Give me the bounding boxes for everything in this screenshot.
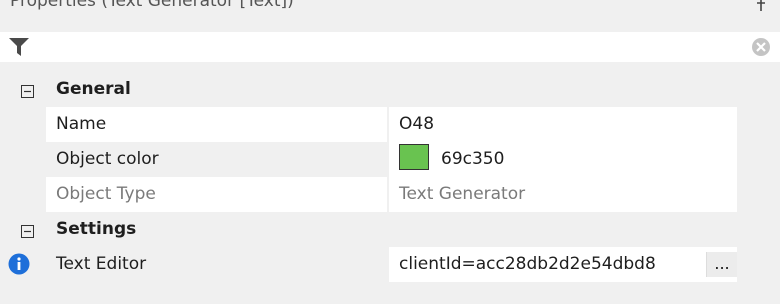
collapse-icon[interactable] xyxy=(21,83,34,98)
property-row-name[interactable]: Name O48 xyxy=(0,107,780,142)
property-value-name[interactable]: O48 xyxy=(389,107,737,142)
ellipsis-button[interactable]: ... xyxy=(706,252,737,277)
category-settings[interactable]: Settings xyxy=(0,212,780,247)
property-value-object-type: Text Generator xyxy=(389,177,737,212)
panel-titlebar: Properties (Text Generator [Text]) xyxy=(0,0,780,32)
property-row-text-editor[interactable]: Text Editor clientId=acc28db2d2e54dbd8 .… xyxy=(0,247,780,282)
category-label: General xyxy=(56,79,131,99)
info-icon[interactable] xyxy=(8,253,30,279)
category-label: Settings xyxy=(56,219,137,239)
color-value: 69c350 xyxy=(441,149,505,169)
filter-icon[interactable] xyxy=(9,38,29,60)
property-row-object-color[interactable]: Object color 69c350 xyxy=(0,142,780,177)
property-name: Object Type xyxy=(46,177,387,212)
property-name: Name xyxy=(46,107,387,142)
color-swatch[interactable] xyxy=(399,144,429,170)
category-general[interactable]: General xyxy=(0,72,780,107)
filter-input[interactable] xyxy=(36,35,730,59)
property-row-object-type: Object Type Text Generator xyxy=(0,177,780,212)
pin-icon[interactable] xyxy=(754,0,768,15)
property-name: Object color xyxy=(56,149,159,169)
collapse-icon[interactable] xyxy=(21,223,34,238)
property-name: Text Editor xyxy=(56,254,147,274)
filter-bar xyxy=(0,32,780,62)
property-value-text-editor[interactable]: clientId=acc28db2d2e54dbd8 xyxy=(389,247,737,282)
clear-icon[interactable] xyxy=(751,37,771,61)
panel-title: Properties (Text Generator [Text]) xyxy=(10,0,294,11)
property-value-object-color[interactable]: 69c350 xyxy=(389,142,737,177)
